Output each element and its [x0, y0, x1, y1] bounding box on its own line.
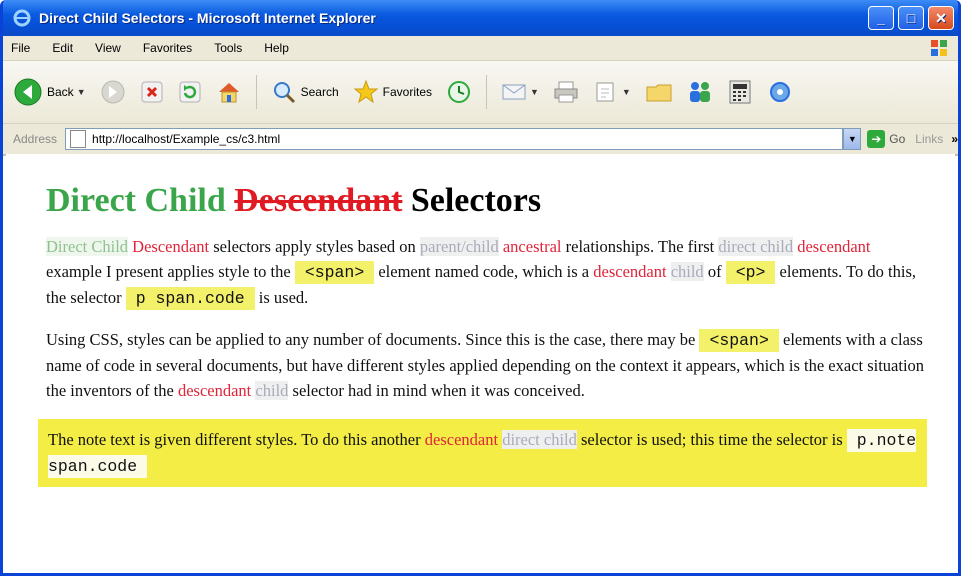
calculator-icon — [729, 80, 751, 104]
text: selectors apply styles based on — [209, 237, 420, 256]
paragraph-css: Using CSS, styles can be applied to any … — [46, 327, 927, 403]
menu-tools[interactable]: Tools — [214, 41, 242, 55]
tools-icon — [769, 82, 790, 102]
toolbar-separator — [486, 75, 487, 109]
links-chevron-icon[interactable]: » — [951, 132, 958, 146]
page-icon — [70, 130, 87, 148]
inserted-term: direct child — [502, 430, 577, 449]
back-arrow-icon — [14, 78, 42, 106]
forward-arrow-icon — [101, 80, 125, 104]
forward-button[interactable] — [100, 79, 126, 105]
edit-button[interactable]: ▼ — [593, 80, 631, 104]
links-toolbar[interactable]: Links — [915, 132, 943, 146]
page-heading: Direct Child Descendant Selectors — [46, 182, 927, 220]
messenger-button[interactable] — [687, 79, 713, 105]
text: relationships. The first — [561, 237, 719, 256]
folder-button[interactable] — [645, 81, 673, 103]
home-button[interactable] — [216, 79, 242, 105]
deleted-term: descendant — [424, 430, 499, 449]
toolbar-separator — [255, 75, 257, 109]
code-span: p span.code — [125, 287, 255, 310]
inserted-term: direct child — [718, 237, 794, 256]
standard-toolbar: Back ▼ Search Favorites ▼ ▼ — [3, 61, 958, 124]
refresh-button[interactable] — [178, 80, 202, 104]
home-icon — [218, 83, 239, 103]
folder-icon — [646, 84, 672, 102]
text: selector had in mind when it was conceiv… — [288, 381, 585, 400]
address-bar: Address http://localhost/Example_cs/c3.h… — [3, 124, 958, 156]
stop-icon — [141, 81, 163, 103]
heading-direct-child: Direct Child — [46, 182, 226, 219]
go-arrow-icon: ➔ — [867, 130, 886, 148]
code-span: <span> — [699, 329, 779, 352]
messenger-icon — [689, 82, 710, 102]
tools-button[interactable] — [767, 79, 793, 105]
address-input[interactable]: http://localhost/Example_cs/c3.html — [65, 128, 844, 150]
paragraph-intro: Direct Child Descendant selectors apply … — [46, 234, 927, 311]
mail-button[interactable]: ▼ — [501, 81, 539, 103]
edit-page-icon — [596, 82, 614, 102]
menu-favorites[interactable]: Favorites — [143, 41, 192, 55]
heading-descendant: Descendant — [234, 182, 403, 219]
text: Using CSS, styles can be applied to any … — [46, 330, 700, 349]
inserted-term: child — [255, 381, 289, 400]
inserted-term: child — [670, 262, 704, 281]
history-button[interactable] — [446, 79, 472, 105]
history-icon — [448, 81, 470, 103]
address-label: Address — [13, 132, 58, 146]
menu-view[interactable]: View — [95, 41, 121, 55]
close-button[interactable]: ✕ — [928, 6, 954, 30]
text: selector is used; this time the selector… — [576, 430, 847, 449]
deleted-term: Descendant — [132, 237, 210, 256]
text: example I present applies style to the — [46, 262, 295, 281]
refresh-icon — [179, 81, 201, 103]
search-label: Search — [300, 85, 339, 99]
heading-selectors: Selectors — [410, 182, 542, 219]
mail-dropdown-icon[interactable]: ▼ — [530, 87, 539, 97]
text: is used. — [254, 288, 309, 307]
inserted-term: Direct Child — [46, 237, 129, 256]
page-content: Direct Child Descendant Selectors Direct… — [6, 154, 955, 573]
print-button[interactable] — [553, 80, 579, 104]
go-button[interactable]: ➔ Go — [867, 130, 905, 148]
star-icon — [353, 79, 379, 104]
mail-icon — [502, 84, 526, 100]
deleted-term: descendant — [177, 381, 252, 400]
code-span: <span> — [294, 261, 375, 284]
browser-window: Direct Child Selectors - Microsoft Inter… — [0, 0, 961, 576]
research-button[interactable] — [727, 79, 753, 105]
deleted-term: ancestral — [502, 237, 562, 256]
ie-logo-icon — [13, 9, 31, 27]
windows-logo-icon — [931, 40, 947, 56]
text: element named code, which is a — [374, 262, 594, 281]
back-button[interactable]: Back ▼ — [13, 77, 86, 107]
inserted-term: parent/child — [419, 237, 499, 256]
minimize-button[interactable]: _ — [868, 6, 894, 30]
deleted-term: descendant — [593, 262, 667, 281]
back-label: Back — [47, 85, 74, 99]
go-label: Go — [889, 132, 906, 146]
stop-button[interactable] — [140, 80, 164, 104]
window-title: Direct Child Selectors - Microsoft Inter… — [39, 10, 376, 26]
favorites-button[interactable]: Favorites — [353, 79, 432, 105]
deleted-term: descendant — [797, 237, 871, 256]
menu-edit[interactable]: Edit — [52, 41, 73, 55]
code-span: <p> — [725, 261, 776, 284]
search-icon — [273, 82, 295, 104]
address-url: http://localhost/Example_cs/c3.html — [92, 132, 281, 146]
address-dropdown-icon[interactable]: ▼ — [843, 128, 862, 150]
note-paragraph: The note text is given different styles.… — [38, 419, 927, 487]
edit-dropdown-icon[interactable]: ▼ — [622, 87, 631, 97]
menu-help[interactable]: Help — [264, 41, 289, 55]
favorites-label: Favorites — [382, 85, 432, 99]
title-bar[interactable]: Direct Child Selectors - Microsoft Inter… — [3, 0, 958, 36]
search-button[interactable]: Search — [271, 79, 339, 105]
printer-icon — [554, 81, 578, 103]
menu-file[interactable]: File — [11, 41, 30, 55]
text: The note text is given different styles.… — [48, 430, 425, 449]
text: of — [703, 262, 726, 281]
back-dropdown-icon[interactable]: ▼ — [77, 87, 86, 97]
maximize-button[interactable]: □ — [898, 6, 924, 30]
menu-bar: File Edit View Favorites Tools Help — [3, 36, 958, 61]
